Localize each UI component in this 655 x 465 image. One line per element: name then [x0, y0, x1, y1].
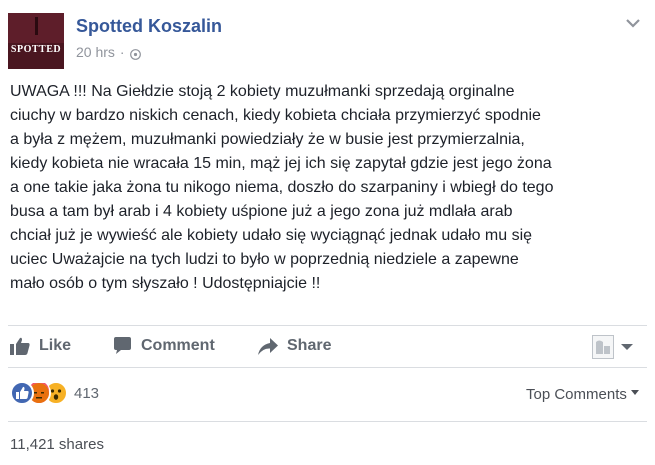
top-comments-label: Top Comments: [526, 386, 627, 403]
reactions-summary[interactable]: 413: [10, 381, 99, 405]
reaction-count: 413: [74, 384, 100, 402]
post-options-chevron-down-icon[interactable]: [625, 16, 641, 28]
meta-separator: ·: [119, 44, 125, 60]
post-body-text: UWAGA !!! Na Giełdzie stoją 2 kobiety mu…: [10, 83, 554, 292]
share-label: Share: [287, 337, 332, 354]
top-comments-dropdown[interactable]: Top Comments: [526, 386, 640, 403]
divider: [8, 325, 647, 326]
post-timestamp[interactable]: 20 hrs: [76, 44, 115, 60]
like-label: Like: [39, 337, 72, 354]
thumbs-up-icon: [10, 337, 30, 355]
user-avatar-icon: [592, 335, 614, 359]
like-button[interactable]: Like: [10, 333, 71, 359]
shares-count-link[interactable]: 11,421 shares: [10, 436, 104, 453]
page-avatar[interactable]: SPOTTED: [8, 13, 64, 69]
chevron-down-icon: [621, 344, 633, 350]
avatar-logo-text: SPOTTED: [10, 44, 62, 55]
facebook-post: SPOTTED Spotted Koszalin 20 hrs · UWAGA …: [0, 0, 655, 465]
share-button[interactable]: Share: [258, 333, 331, 359]
share-arrow-icon: [258, 337, 278, 355]
post-meta: 20 hrs ·: [76, 44, 141, 60]
comment-bubble-icon: [114, 337, 131, 354]
globe-icon[interactable]: [129, 47, 141, 60]
comment-label: Comment: [141, 337, 215, 354]
page-name-link[interactable]: Spotted Koszalin: [76, 16, 222, 37]
caret-down-icon: [631, 390, 640, 395]
divider: [8, 367, 647, 368]
like-reaction-icon: [10, 381, 34, 405]
comment-button[interactable]: Comment: [113, 333, 215, 359]
divider: [8, 421, 647, 422]
post-as-chooser[interactable]: [592, 335, 634, 359]
